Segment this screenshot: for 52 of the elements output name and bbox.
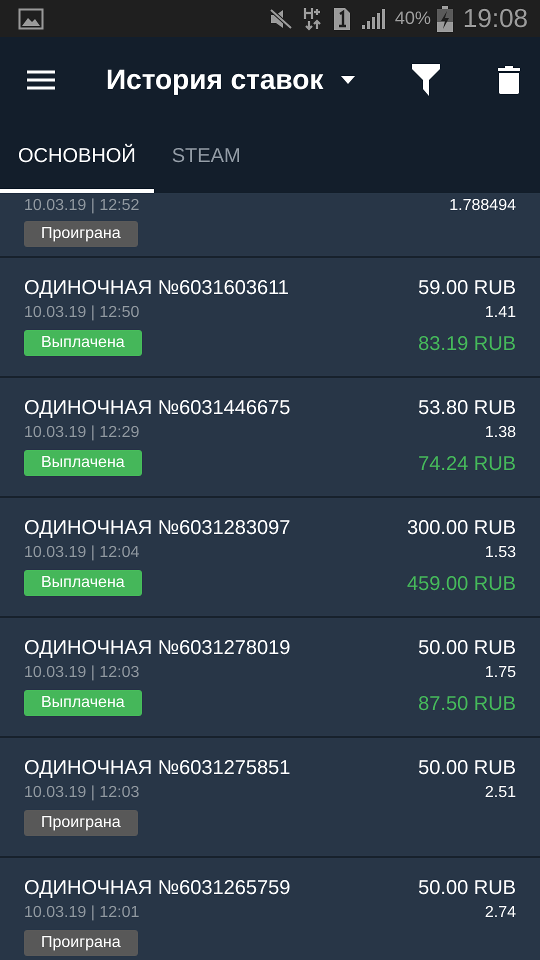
- bet-date: 10.03.19 | 12:52: [24, 196, 140, 216]
- menu-icon: [26, 69, 56, 91]
- bet-date: 10.03.19 | 12:03: [24, 783, 140, 803]
- bet-title: ОДИНОЧНАЯ №6031278019: [24, 636, 290, 660]
- status-label: Выплачена: [24, 570, 142, 596]
- stake-amount: 50.00 RUB: [418, 876, 516, 900]
- stake-amount: 53.80 RUB: [418, 396, 516, 420]
- odds-value: 1.788494: [449, 196, 516, 216]
- odds-value: 2.51: [484, 783, 516, 803]
- trash-icon: [498, 66, 520, 94]
- odds-value: 2.74: [484, 903, 516, 923]
- title-dropdown[interactable]: История ставок: [106, 64, 356, 96]
- bet-title: ОДИНОЧНАЯ №6031446675: [24, 396, 290, 420]
- bet-date: 10.03.19 | 12:29: [24, 423, 140, 443]
- status-label: Проиграна: [24, 930, 138, 956]
- odds-value: 1.53: [484, 543, 516, 563]
- stake-amount: 50.00 RUB: [418, 636, 516, 660]
- tab[interactable]: STEAM: [154, 123, 259, 193]
- bet-date: 10.03.19 | 12:03: [24, 663, 140, 683]
- status-label: Выплачена: [24, 450, 142, 476]
- bet-title: ОДИНОЧНАЯ №6031265759: [24, 876, 290, 900]
- stake-amount: 59.00 RUB: [418, 276, 516, 300]
- mute-icon: [268, 8, 293, 30]
- status-label: Выплачена: [24, 690, 142, 716]
- payout-amount: 83.19 RUB: [418, 332, 516, 356]
- bet-title: ОДИНОЧНАЯ №6031283097: [24, 516, 290, 540]
- tab[interactable]: ОСНОВНОЙ: [0, 123, 154, 193]
- bet-date: 10.03.19 | 12:04: [24, 543, 140, 563]
- sim-card-icon: [332, 6, 351, 30]
- bet-date: 10.03.19 | 12:50: [24, 303, 140, 323]
- signal-icon: [360, 8, 385, 30]
- bet-title: ОДИНОЧНАЯ №6031275851: [24, 756, 290, 780]
- filter-icon: [412, 64, 440, 96]
- clock-time: 19:08: [462, 3, 528, 34]
- battery-percent: 40%: [394, 8, 431, 29]
- odds-value: 1.38: [484, 423, 516, 443]
- bet-date: 10.03.19 | 12:01: [24, 903, 140, 923]
- status-label: Проиграна: [24, 221, 138, 247]
- payout-amount: 87.50 RUB: [418, 692, 516, 716]
- gallery-icon: [18, 8, 44, 30]
- payout-amount: 459.00 RUB: [407, 572, 516, 596]
- battery-charging-icon: [436, 6, 453, 32]
- odds-value: 1.41: [484, 303, 516, 323]
- status-label: Выплачена: [24, 330, 142, 356]
- odds-value: 1.75: [484, 663, 516, 683]
- stake-amount: 300.00 RUB: [407, 516, 516, 540]
- payout-amount: 74.24 RUB: [418, 452, 516, 476]
- network-h-plus-icon: [302, 6, 323, 30]
- status-label: Проиграна: [24, 810, 138, 836]
- dropdown-caret-icon: [341, 76, 356, 84]
- stake-amount: 50.00 RUB: [418, 756, 516, 780]
- bet-title: ОДИНОЧНАЯ №6031603611: [24, 276, 289, 300]
